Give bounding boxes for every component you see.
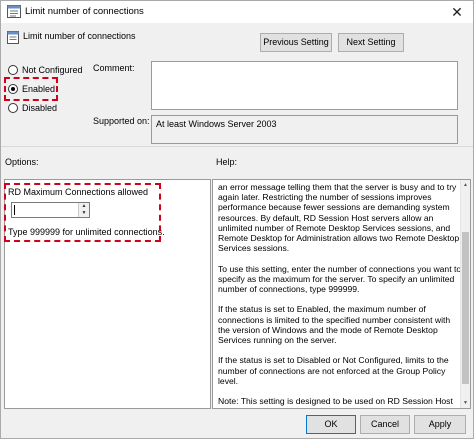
scroll-down-icon[interactable]: ▼: [461, 398, 470, 408]
scroll-thumb[interactable]: [462, 232, 469, 384]
help-pane: an error message telling them that the s…: [212, 179, 471, 409]
radio-enabled[interactable]: Enabled: [8, 83, 55, 95]
radio-disabled[interactable]: Disabled: [8, 102, 57, 114]
radio-label: Not Configured: [22, 65, 83, 75]
window-title: Limit number of connections: [25, 6, 144, 17]
divider: [1, 146, 473, 147]
cancel-button[interactable]: Cancel: [360, 415, 410, 434]
text-caret: [14, 205, 15, 215]
radio-circle[interactable]: [8, 103, 18, 113]
radio-not-configured[interactable]: Not Configured: [8, 64, 83, 76]
options-label: Options:: [5, 157, 39, 167]
policy-setting-icon: [7, 5, 21, 18]
radio-circle[interactable]: [8, 84, 18, 94]
apply-button[interactable]: Apply: [414, 415, 466, 434]
next-setting-button[interactable]: Next Setting: [338, 33, 404, 52]
spin-down-icon[interactable]: ▼: [79, 210, 89, 217]
previous-setting-button[interactable]: Previous Setting: [260, 33, 332, 52]
supported-on-value: At least Windows Server 2003: [151, 115, 458, 144]
unlimited-hint: Type 999999 for unlimited connections.: [8, 227, 165, 237]
ok-button[interactable]: OK: [306, 415, 356, 434]
setting-name: Limit number of connections: [23, 31, 136, 41]
policy-dialog: Limit number of connections ✕ Limit numb…: [0, 0, 474, 439]
spin-buttons: ▲ ▼: [78, 203, 89, 217]
radio-label: Enabled: [22, 84, 56, 94]
supported-on-label: Supported on:: [93, 116, 150, 126]
radio-label: Disabled: [22, 103, 58, 113]
scroll-up-icon[interactable]: ▲: [461, 180, 470, 190]
comment-label: Comment:: [93, 63, 135, 73]
close-icon: ✕: [451, 4, 463, 20]
comment-textarea[interactable]: [151, 61, 458, 110]
max-connections-label: RD Maximum Connections allowed: [8, 187, 149, 197]
spin-up-icon[interactable]: ▲: [79, 203, 89, 210]
help-label: Help:: [216, 157, 238, 167]
title-bar: Limit number of connections ✕: [1, 1, 473, 23]
help-text: an error message telling them that the s…: [218, 182, 462, 407]
help-scrollbar[interactable]: ▲ ▼: [460, 180, 470, 408]
radio-circle[interactable]: [8, 65, 18, 75]
max-connections-spinbox[interactable]: ▲ ▼: [11, 202, 90, 218]
close-button[interactable]: ✕: [447, 3, 467, 21]
policy-setting-icon: [7, 31, 19, 44]
